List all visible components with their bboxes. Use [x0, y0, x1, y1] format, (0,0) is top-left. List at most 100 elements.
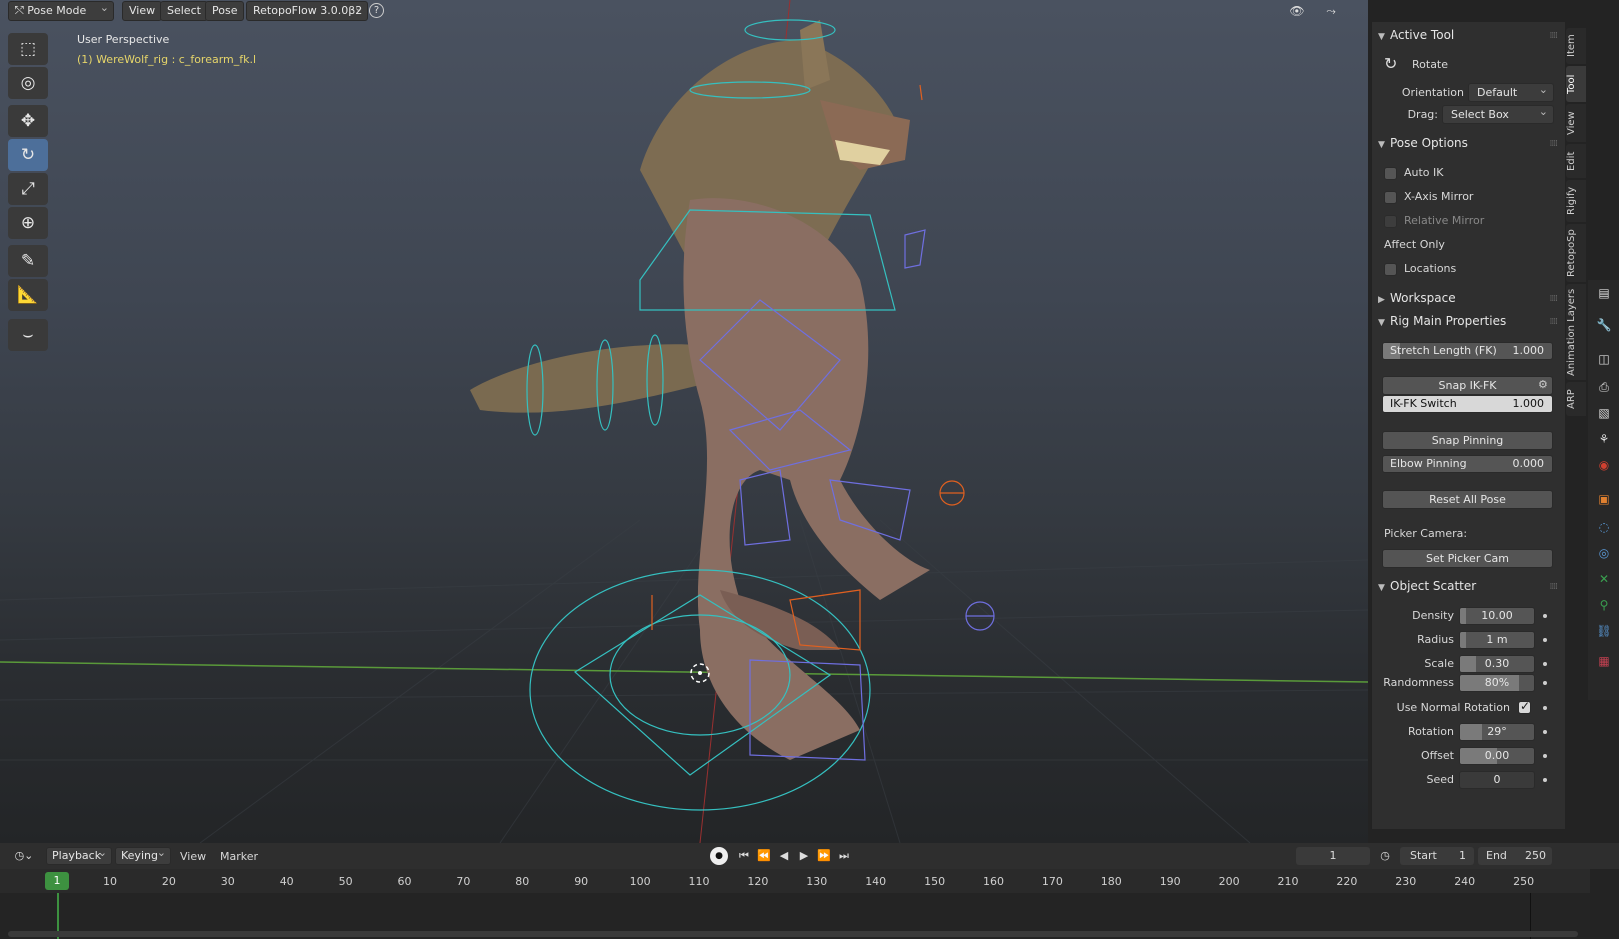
mode-selector[interactable]: ⤲ Pose Mode [8, 0, 114, 21]
elbow-pinning-slider[interactable]: Elbow Pinning 0.000 [1382, 455, 1553, 473]
annotate-tool[interactable]: ✎ [8, 245, 48, 277]
tab-animation-layers[interactable]: Animation Layers [1566, 284, 1586, 380]
locations-checkbox[interactable] [1384, 263, 1397, 276]
keyframe-dot-icon[interactable] [1543, 662, 1547, 666]
prev-keyframe-icon[interactable]: ⏪ [755, 847, 773, 865]
rotate-tool[interactable]: ↻ [8, 139, 48, 171]
snap-ikfk-button[interactable]: Snap IK-FK [1382, 376, 1553, 395]
drag-grip-icon[interactable]: ⁞⁞⁞⁞ [1550, 317, 1559, 327]
tab-item[interactable]: Item [1566, 28, 1586, 64]
tab-edit[interactable]: Edit [1566, 144, 1586, 178]
view-layer-icon[interactable]: ▧ [1595, 404, 1613, 422]
clock-icon[interactable]: ◷ [1376, 847, 1394, 865]
active-tool-header[interactable]: ▼ Active Tool [1378, 28, 1454, 42]
keyframe-dot-icon[interactable] [1543, 706, 1547, 710]
next-keyframe-icon[interactable]: ⏩ [815, 847, 833, 865]
record-icon[interactable]: ● [710, 847, 728, 865]
keyframe-dot-icon[interactable] [1543, 778, 1547, 782]
world-icon[interactable]: ◉ [1595, 456, 1613, 474]
drag-dropdown[interactable]: Select Box [1442, 103, 1554, 124]
help-icon[interactable]: ? [369, 3, 384, 18]
3d-viewport[interactable]: ⤲ Pose Mode View Select Pose RetopoFlow … [0, 0, 1368, 843]
play-icon[interactable]: ▶ [795, 847, 813, 865]
pose-options-header[interactable]: ▼ Pose Options [1378, 136, 1468, 150]
wrench-icon[interactable]: 🔧 [1595, 316, 1613, 334]
ikfk-switch-slider[interactable]: IK-FK Switch 1.000 [1382, 395, 1553, 413]
seed-field[interactable]: 0 [1459, 771, 1535, 789]
object-icon[interactable]: ▣ [1595, 490, 1613, 508]
x-axis-mirror-checkbox[interactable] [1384, 191, 1397, 204]
armature-data-icon[interactable]: ⚲ [1595, 596, 1613, 614]
tab-view[interactable]: View [1566, 104, 1586, 142]
play-reverse-icon[interactable]: ◀ [775, 847, 793, 865]
transform-tool[interactable]: ⊕ [8, 207, 48, 239]
keyframe-dot-icon[interactable] [1543, 754, 1547, 758]
jump-start-icon[interactable]: ⏮ [735, 847, 753, 865]
bone-constraint-icon[interactable]: ⛓ [1595, 622, 1613, 640]
keyframe-dot-icon[interactable] [1543, 638, 1547, 642]
snap-pinning-button[interactable]: Snap Pinning [1382, 431, 1553, 450]
end-frame-field[interactable]: End 250 [1478, 847, 1552, 865]
auto-ik-checkbox[interactable] [1384, 167, 1397, 180]
render-icon[interactable]: ◫ [1595, 350, 1613, 368]
overlay-icon[interactable]: ◑ [1366, 2, 1368, 20]
physics-icon[interactable]: ✕ [1595, 570, 1613, 588]
set-picker-cam-button[interactable]: Set Picker Cam [1382, 549, 1553, 568]
tab-retoposp[interactable]: RetopoSp [1566, 224, 1586, 282]
timeline-view-menu[interactable]: View [180, 850, 206, 863]
scale-field[interactable]: 0.30 [1459, 655, 1535, 673]
drag-grip-icon[interactable]: ⁞⁞⁞⁞ [1550, 582, 1559, 592]
tab-tool[interactable]: Tool [1566, 66, 1586, 102]
playback-menu[interactable]: Playback [46, 845, 112, 865]
timeline-keyframes-area[interactable] [0, 893, 1590, 939]
retopoflow-menu[interactable]: RetopoFlow 3.0.0β2 [246, 0, 368, 21]
tab-rigify[interactable]: Rigify [1566, 180, 1586, 222]
stretch-length-slider[interactable]: Stretch Length (FK) 1.000 [1382, 342, 1553, 360]
use-normal-rotation-checkbox[interactable] [1518, 699, 1531, 714]
cursor-tool[interactable]: ◎ [8, 67, 48, 99]
keyframe-dot-icon[interactable] [1543, 614, 1547, 618]
current-frame-field[interactable]: 1 [1296, 847, 1370, 865]
jump-end-icon[interactable]: ⏭ [835, 847, 853, 865]
keyframe-dot-icon[interactable] [1543, 681, 1547, 685]
marker-menu[interactable]: Marker [220, 850, 258, 863]
settings-gear-icon[interactable]: ⚙ [1538, 378, 1548, 391]
texture-icon[interactable]: ▦ [1595, 652, 1613, 670]
view-menu[interactable]: View [122, 1, 163, 21]
rig-main-header[interactable]: ▼ Rig Main Properties [1378, 314, 1506, 328]
scale-tool[interactable]: ⤢ [8, 173, 48, 205]
start-frame-field[interactable]: Start 1 [1400, 847, 1474, 865]
drag-grip-icon[interactable]: ⁞⁞⁞⁞ [1550, 139, 1559, 149]
modifier-icon[interactable]: ◌ [1595, 518, 1613, 536]
density-field[interactable]: 10.00 [1459, 607, 1535, 625]
move-tool[interactable]: ✥ [8, 105, 48, 137]
object-scatter-header[interactable]: ▼ Object Scatter [1378, 579, 1476, 593]
timeline-scrollbar[interactable] [8, 931, 1578, 937]
relative-mirror-checkbox[interactable] [1384, 215, 1397, 228]
output-icon[interactable]: ⎙ [1595, 378, 1613, 396]
gizmo-icon[interactable]: ⤳ [1322, 2, 1340, 20]
scene-icon[interactable]: ⚘ [1595, 430, 1613, 448]
select-menu[interactable]: Select [160, 1, 208, 21]
werewolf-model[interactable] [470, 20, 930, 761]
visibility-icon[interactable]: 👁 [1288, 2, 1306, 20]
tab-arp[interactable]: ARP [1566, 382, 1586, 416]
timeline-ruler[interactable]: 1 10 20 30 40 50 60 70 80 90 100 110 120 130 140 150 16… [0, 869, 1590, 893]
current-frame-marker[interactable]: 1 [45, 872, 69, 890]
pose-menu[interactable]: Pose [205, 1, 245, 21]
reset-all-pose-button[interactable]: Reset All Pose [1382, 490, 1553, 509]
radius-field[interactable]: 1 m [1459, 631, 1535, 649]
bone-roll-tool[interactable]: ⌣ [8, 319, 48, 351]
drag-grip-icon[interactable]: ⁞⁞⁞⁞ [1550, 31, 1559, 41]
measure-tool[interactable]: 📐 [8, 279, 48, 311]
offset-field[interactable]: 0.00 [1459, 747, 1535, 765]
particles-icon[interactable]: ◎ [1595, 544, 1613, 562]
tool-properties-icon[interactable]: ▤ [1595, 284, 1613, 302]
workspace-header[interactable]: ▶ Workspace [1378, 291, 1456, 305]
select-box-tool[interactable]: ⬚ [8, 33, 48, 65]
rotation-field[interactable]: 29° [1459, 723, 1535, 741]
keyframe-dot-icon[interactable] [1543, 730, 1547, 734]
keying-menu[interactable]: Keying [115, 845, 171, 865]
randomness-field[interactable]: 80% [1459, 674, 1535, 692]
orientation-dropdown[interactable]: Default [1468, 81, 1554, 102]
